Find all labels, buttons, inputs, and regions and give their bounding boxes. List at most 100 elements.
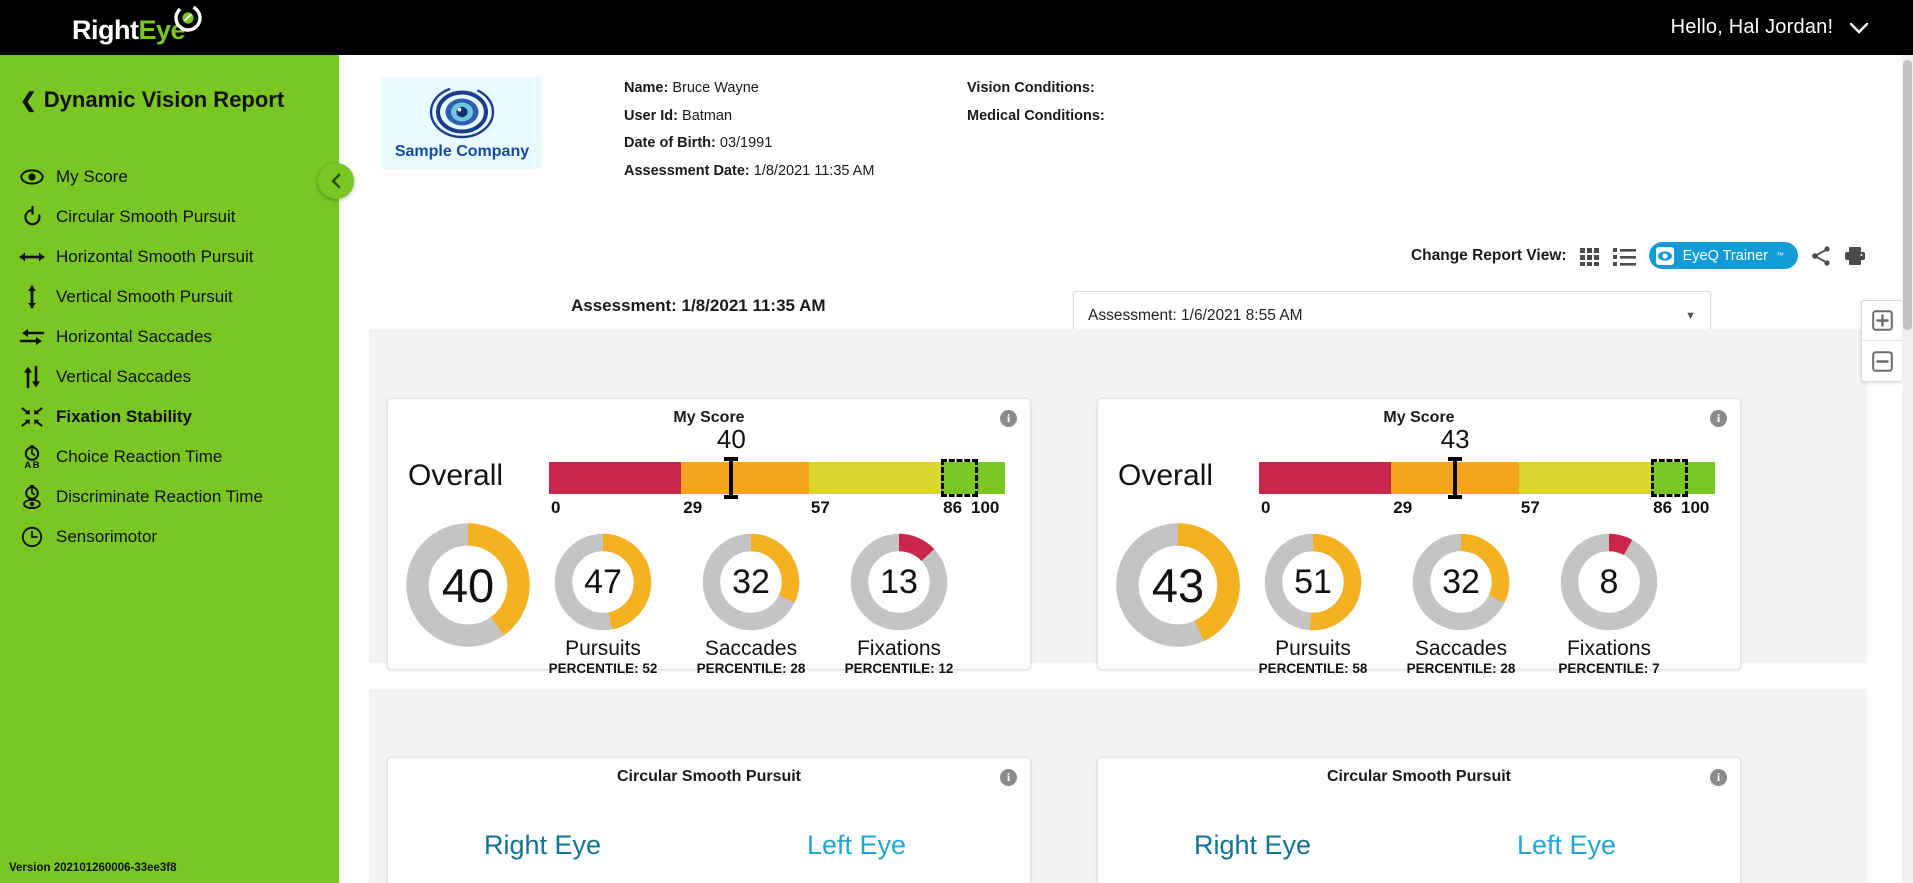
sidebar-item-sensorimotor[interactable]: Sensorimotor <box>0 517 339 557</box>
sidebar-item-circular-smooth-pursuit[interactable]: Circular Smooth Pursuit <box>0 197 339 237</box>
score-marker-value: 43 <box>1440 424 1470 454</box>
metric-donut-label: Saccades <box>1414 637 1508 660</box>
score-axis-tick: 57 <box>1520 498 1540 517</box>
change-report-view-label: Change Report View: <box>1410 246 1567 264</box>
share-icon[interactable] <box>1810 245 1832 267</box>
panel-title: My Score <box>673 409 745 426</box>
circular-arrow-icon <box>15 205 49 229</box>
sidebar-nav: My Score Circular Smooth Pursuit Horizonta… <box>0 157 339 557</box>
circular-smooth-pursuit-panel: Circular Smooth Pursuit i Right Eye Left Ey… <box>387 757 1031 883</box>
sidebar-item-label: Horizontal Saccades <box>56 327 212 346</box>
my-score-panel: My Score i Overall 43 0 29 57 86 100 43 51 Pursui… <box>1097 398 1741 676</box>
overall-donut: 43 <box>1114 521 1242 649</box>
horizontal-arrows-icon <box>15 245 49 269</box>
metric-donut-value: 51 <box>1294 562 1332 601</box>
sidebar-item-vertical-smooth-pursuit[interactable]: Vertical Smooth Pursuit <box>0 277 339 317</box>
score-axis-tick: 86 <box>1653 498 1673 517</box>
rightye-logo[interactable]: RightEye <box>72 4 212 51</box>
chevron-left-icon <box>331 173 341 189</box>
sidebar-item-label: My Score <box>56 167 128 186</box>
sidebar-item-choice-reaction-time[interactable]: A B Choice Reaction Time <box>0 437 339 477</box>
sidebar-item-label: Vertical Smooth Pursuit <box>56 287 233 306</box>
company-name-label: Sample Company <box>394 143 530 160</box>
eyeq-trainer-label: EyeQ Trainer <box>1682 247 1768 264</box>
zoom-out-button[interactable] <box>1862 341 1902 381</box>
metric-donut-label: Pursuits <box>565 637 641 660</box>
minus-square-icon <box>1871 350 1893 372</box>
score-marker <box>724 457 739 499</box>
score-band-bar: 40 0 29 57 86 100 <box>549 424 1005 517</box>
eyeq-trademark: ™ <box>1776 251 1784 260</box>
score-axis-tick: 29 <box>683 498 703 517</box>
zoom-in-button[interactable] <box>1862 301 1902 341</box>
metric-donut-percentile: PERCENTILE: 12 <box>844 661 954 676</box>
metric-donut-label: Fixations <box>856 637 942 660</box>
info-icon[interactable]: i <box>1710 410 1727 427</box>
eye-trace-plot <box>1128 868 1408 883</box>
score-axis-tick: 86 <box>943 498 963 517</box>
patient-dob-label: Date of Birth: <box>624 135 716 151</box>
eyeq-trainer-button[interactable]: EyeQ Trainer ™ <box>1648 242 1798 269</box>
metric-donut-value: 32 <box>732 562 770 601</box>
eyeq-eye-icon <box>1655 246 1675 266</box>
rightye-eye-logo-icon <box>174 4 202 32</box>
left-eye-label: Left Eye <box>1517 830 1617 860</box>
vision-conditions-label: Vision Conditions: <box>967 80 1095 96</box>
version-label: Version 202101260006-33ee3f8 <box>9 862 177 874</box>
score-axis-tick: 0 <box>551 498 561 517</box>
panel-title: My Score <box>1383 409 1455 426</box>
sidebar-item-horizontal-smooth-pursuit[interactable]: Horizontal Smooth Pursuit <box>0 237 339 277</box>
panel-title: Circular Smooth Pursuit <box>1326 768 1512 785</box>
user-menu[interactable]: Hello, Hal Jordan! <box>1671 16 1869 41</box>
patient-dob-value: 03/1991 <box>719 135 773 151</box>
panel-title: Circular Smooth Pursuit <box>616 768 802 785</box>
sidebar-item-label: Horizontal Smooth Pursuit <box>56 247 254 266</box>
metric-donut: 13 <box>849 532 949 632</box>
info-icon[interactable]: i <box>1000 769 1017 786</box>
sidebar-item-horizontal-saccades[interactable]: Horizontal Saccades <box>0 317 339 357</box>
fixation-converge-icon <box>15 405 49 429</box>
zoom-controls <box>1861 300 1903 382</box>
sidebar-item-discriminate-reaction-time[interactable]: Discriminate Reaction Time <box>0 477 339 517</box>
sidebar-item-fixation-stability[interactable]: Fixation Stability <box>0 397 339 437</box>
user-greeting-label: Hello, Hal Jordan! <box>1670 16 1834 38</box>
metric-donut-value: 8 <box>1599 562 1619 601</box>
grid-view-icon[interactable] <box>1579 245 1601 267</box>
chevron-down-icon: ▼ <box>1685 310 1696 322</box>
conditions-block: Vision Conditions: Medical Conditions: <box>967 80 1105 135</box>
target-zone-box <box>941 459 978 497</box>
info-icon[interactable]: i <box>1000 410 1017 427</box>
left-eye-trace <box>1438 868 1718 883</box>
circular-smooth-pursuit-panel: Circular Smooth Pursuit i Right Eye Left Ey… <box>1097 757 1741 883</box>
score-band-segment <box>1259 462 1392 494</box>
score-band-segment <box>1518 462 1652 494</box>
logo-text-right: Right <box>72 15 139 45</box>
page-scrollbar-thumb[interactable] <box>1903 60 1912 330</box>
sidebar-item-vertical-saccades[interactable]: Vertical Saccades <box>0 357 339 397</box>
metric-donut-percentile: PERCENTILE: 52 <box>548 661 658 676</box>
sidebar-item-label: Fixation Stability <box>56 407 193 426</box>
score-band-segment <box>808 462 942 494</box>
info-icon[interactable]: i <box>1710 769 1727 786</box>
print-icon[interactable] <box>1844 245 1866 267</box>
patient-assessment-date-label: Assessment Date: <box>624 162 750 179</box>
stopwatch-eye-icon <box>15 485 49 509</box>
score-axis-tick: 29 <box>1393 498 1413 517</box>
metric-donut-label: Pursuits <box>1275 637 1351 660</box>
concentric-eye-logo-icon <box>429 85 495 139</box>
assessment-heading: Assessment: 1/8/2021 11:35 AM <box>571 296 826 315</box>
sidebar-collapse-button[interactable] <box>318 163 354 199</box>
company-logo: Sample Company <box>382 77 542 169</box>
list-view-icon[interactable] <box>1612 245 1637 267</box>
sidebar-back-title[interactable]: ❮ Dynamic Vision Report <box>20 87 284 113</box>
sidebar: ❮ Dynamic Vision Report My Score Circular … <box>0 55 339 883</box>
right-eye-label: Right Eye <box>484 830 602 860</box>
metric-donut-percentile: PERCENTILE: 58 <box>1258 661 1368 676</box>
sidebar-item-my-score[interactable]: My Score <box>0 157 339 197</box>
vertical-saccade-icon <box>15 365 49 389</box>
score-band-segment <box>549 462 682 494</box>
patient-info: Name: Bruce Wayne User Id: Batman Date o… <box>624 80 874 190</box>
top-bar: RightEye Hello, Hal Jordan! <box>0 0 1913 55</box>
right-eye-label: Right Eye <box>1194 830 1312 860</box>
vertical-arrows-icon <box>15 285 49 309</box>
